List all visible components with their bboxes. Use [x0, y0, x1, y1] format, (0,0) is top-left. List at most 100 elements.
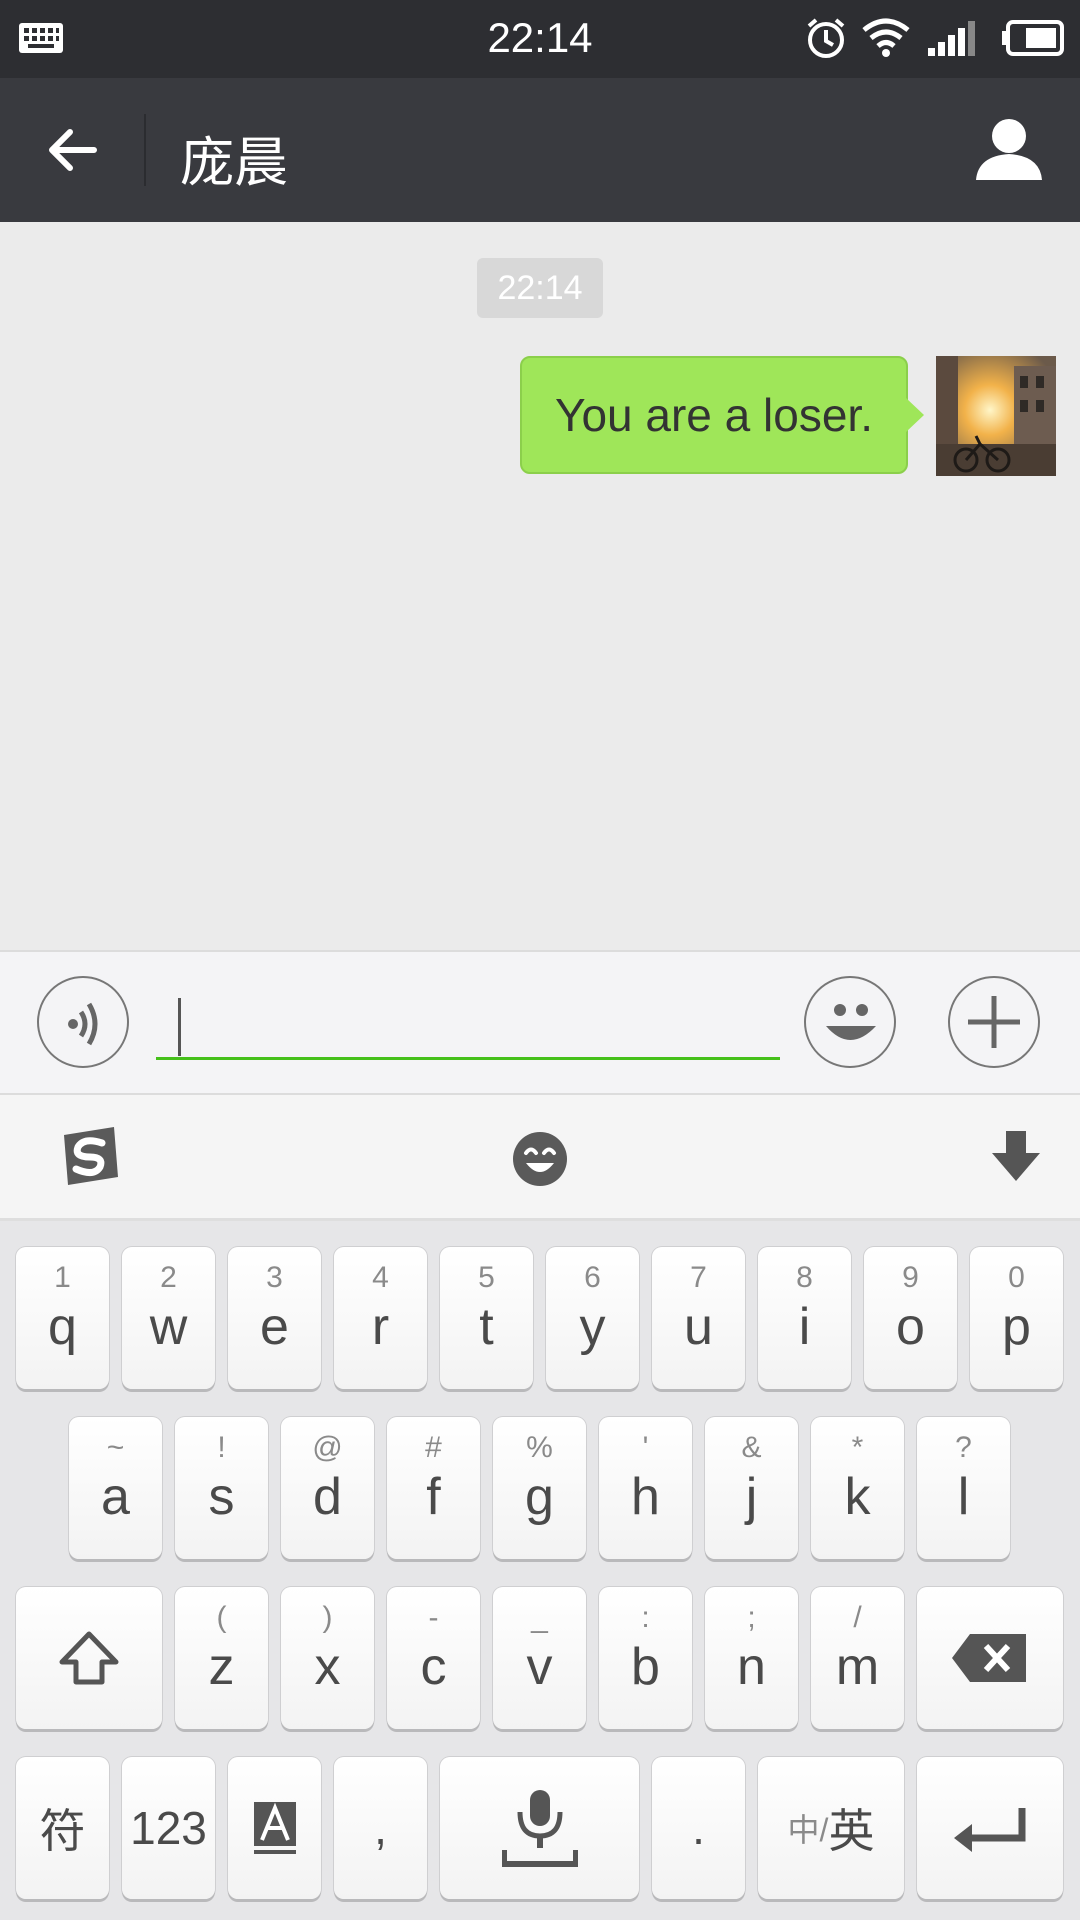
- key-label: c: [420, 1638, 447, 1696]
- key-label: u: [684, 1298, 713, 1356]
- key-z[interactable]: (z: [175, 1587, 268, 1729]
- key-label: f: [426, 1468, 441, 1526]
- message-input[interactable]: [156, 988, 780, 1060]
- key-e[interactable]: 3e: [228, 1247, 321, 1389]
- key-w[interactable]: 2w: [122, 1247, 215, 1389]
- key-label: g: [525, 1468, 554, 1526]
- key-label: y: [579, 1298, 606, 1356]
- key-label: o: [896, 1298, 925, 1356]
- key-h[interactable]: ' h: [599, 1417, 692, 1559]
- my-avatar[interactable]: [936, 356, 1056, 476]
- key-hint: &: [741, 1431, 762, 1464]
- key-hint: ?: [955, 1431, 972, 1464]
- more-options-button[interactable]: [948, 976, 1040, 1068]
- key-l[interactable]: ? l: [917, 1417, 1010, 1559]
- key-label: v: [526, 1638, 553, 1696]
- key-label: e: [260, 1298, 289, 1356]
- enter-key[interactable]: [917, 1757, 1063, 1899]
- key-label: p: [1002, 1298, 1031, 1356]
- key-hint: ~: [106, 1431, 125, 1464]
- chat-area[interactable]: 22:14 You are a loser.: [0, 222, 1080, 950]
- signal-icon: [928, 21, 975, 56]
- plus-icon: [968, 996, 1020, 1048]
- key-hint: 6: [584, 1261, 601, 1294]
- key-label: l: [957, 1468, 970, 1526]
- emoji-button[interactable]: [804, 976, 896, 1068]
- key-hint: 1: [54, 1261, 71, 1294]
- symbols-key[interactable]: 符: [16, 1757, 109, 1899]
- comma-key[interactable]: ,: [334, 1757, 427, 1899]
- key-label: q: [48, 1298, 77, 1356]
- space-voice-key[interactable]: [440, 1757, 639, 1899]
- key-v[interactable]: _ v: [493, 1587, 586, 1729]
- key-hint: /: [853, 1601, 862, 1634]
- enter-arrow-icon: [954, 1808, 1026, 1852]
- key-hint: ): [322, 1601, 333, 1634]
- key-u[interactable]: 7u: [652, 1247, 745, 1389]
- key-q[interactable]: 1q: [16, 1247, 109, 1389]
- hide-keyboard-icon[interactable]: [990, 1129, 1042, 1185]
- period-key[interactable]: .: [652, 1757, 745, 1899]
- shift-key[interactable]: [16, 1587, 162, 1729]
- key-x[interactable]: ) x: [281, 1587, 374, 1729]
- key-hint: :: [641, 1601, 650, 1634]
- message-bubble[interactable]: You are a loser.: [520, 356, 908, 474]
- back-arrow-icon[interactable]: [44, 122, 100, 178]
- language-switch-key[interactable]: 中/英: [758, 1757, 904, 1899]
- key-m[interactable]: / m: [811, 1587, 904, 1729]
- key-label: r: [371, 1298, 390, 1356]
- contact-profile-icon[interactable]: [974, 116, 1044, 182]
- key-label: d: [313, 1468, 342, 1526]
- key-p[interactable]: 0p: [970, 1247, 1063, 1389]
- header-divider: [144, 114, 146, 186]
- message-timestamp: 22:14: [477, 258, 603, 318]
- key-hint: 4: [372, 1261, 389, 1294]
- key-y[interactable]: 6y: [546, 1247, 639, 1389]
- key-a[interactable]: ~ a: [69, 1417, 162, 1559]
- key-hint: 0: [1008, 1261, 1025, 1294]
- sogou-logo-icon[interactable]: [58, 1125, 122, 1187]
- key-t[interactable]: 5t: [440, 1247, 533, 1389]
- key-f[interactable]: # f: [387, 1417, 480, 1559]
- key-b[interactable]: :b: [599, 1587, 692, 1729]
- key-hint: ': [642, 1431, 649, 1464]
- text-mode-key[interactable]: [228, 1757, 321, 1899]
- key-label: b: [631, 1638, 660, 1696]
- key-hint: ;: [747, 1601, 756, 1634]
- key-i[interactable]: 8i: [758, 1247, 851, 1389]
- key-label: a: [101, 1468, 130, 1526]
- key-n[interactable]: ; n: [705, 1587, 798, 1729]
- bubble-tail: [906, 398, 924, 432]
- key-label: t: [479, 1298, 494, 1356]
- key-label: h: [631, 1468, 660, 1526]
- voice-input-button[interactable]: [37, 976, 129, 1068]
- numbers-key[interactable]: 123: [122, 1757, 215, 1899]
- font-a-icon: [253, 1802, 296, 1854]
- keyboard-emoji-icon[interactable]: [512, 1131, 568, 1187]
- key-hint: 3: [266, 1261, 283, 1294]
- chat-header: 庞晨: [0, 78, 1080, 222]
- alarm-icon: [807, 18, 845, 58]
- key-r[interactable]: 4r: [334, 1247, 427, 1389]
- key-hint: *: [851, 1431, 864, 1464]
- backspace-key[interactable]: [917, 1587, 1063, 1729]
- key-d[interactable]: @ d: [281, 1417, 374, 1559]
- text-caret: [178, 998, 181, 1056]
- key-c[interactable]: -c: [387, 1587, 480, 1729]
- chat-title: 庞晨: [180, 133, 288, 193]
- key-hint: _: [531, 1601, 548, 1634]
- key-s[interactable]: ! s: [175, 1417, 268, 1559]
- wifi-icon: [862, 18, 910, 57]
- numbers-key-label: 123: [130, 1802, 207, 1854]
- key-label: w: [149, 1298, 188, 1356]
- key-label: i: [798, 1298, 811, 1356]
- key-j[interactable]: & j: [705, 1417, 798, 1559]
- key-k[interactable]: * k: [811, 1417, 904, 1559]
- key-g[interactable]: % g: [493, 1417, 586, 1559]
- key-label: j: [745, 1468, 758, 1526]
- period-key-label: .: [692, 1802, 705, 1854]
- key-o[interactable]: 9o: [864, 1247, 957, 1389]
- battery-icon: [1002, 20, 1064, 56]
- lang-en-label: 英: [828, 1805, 875, 1857]
- message-input-bar: [0, 950, 1080, 1095]
